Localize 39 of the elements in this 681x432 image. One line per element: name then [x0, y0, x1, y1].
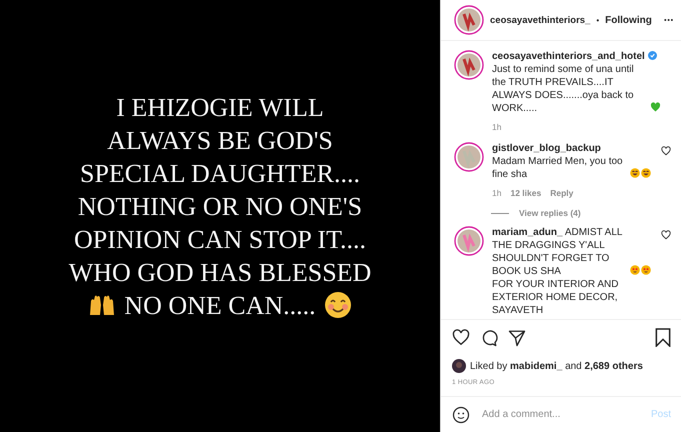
- post-text-line: NO ONE CAN.....: [124, 290, 316, 322]
- more-options-icon[interactable]: [664, 18, 673, 22]
- following-label[interactable]: Following: [605, 14, 652, 26]
- share-icon[interactable]: [508, 328, 526, 346]
- post-text-line: I EHIZOGIE WILL: [116, 92, 324, 124]
- user-avatar[interactable]: [454, 142, 484, 172]
- username[interactable]: ceosayavethinteriors_: [490, 14, 590, 26]
- star-eyes-emoji-icon: [630, 265, 640, 275]
- caption-text: Just to remind some of una until the TRUTH PREVAILS....IT ALWAYS DOES.......oya back to WORK.....: [492, 63, 635, 115]
- comment-text: FOR YOUR INTERIOR AND EXTERIOR HOME DECOR, SAYAVETH: [492, 279, 618, 316]
- like-count: 12 likes: [510, 187, 542, 200]
- avatar-icon[interactable]: [454, 5, 484, 35]
- comment-time: 1h: [492, 187, 502, 200]
- separator: •: [596, 16, 600, 24]
- username[interactable]: ceosayavethinteriors_and_hotel: [492, 51, 645, 62]
- like-heart-icon[interactable]: [661, 146, 671, 156]
- raised-hands-icon: [88, 293, 116, 317]
- post-text-line: OPINION CAN STOP IT....: [74, 224, 366, 256]
- post-text-line: SPECIAL DAUGHTER....: [80, 158, 360, 190]
- post-text-line: WHO GOD HAS BLESSED: [68, 256, 372, 288]
- comment-icon[interactable]: [480, 328, 498, 346]
- comment-text: gistlover_blog_backup Madam Married Men, you too fine sha: [492, 142, 624, 181]
- star-eyes-emoji-icon: [641, 265, 651, 275]
- comment-time: 1h: [492, 121, 502, 134]
- user-avatar[interactable]: [454, 226, 484, 256]
- laughing-emoji-icon: [630, 168, 640, 178]
- likes-summary[interactable]: Liked by mabidemi_ and 2,689 others: [470, 360, 643, 372]
- smiling-face-icon: [324, 291, 352, 319]
- user-avatar: [452, 359, 466, 373]
- bookmark-icon[interactable]: [655, 328, 671, 347]
- comment-text: mariam_adun_ ADMIST ALL THE DRAGGINGS Y'ALL SHOULDN'T FORGET TO BOOK US SHA: [492, 226, 624, 278]
- laughing-emoji-icon: [641, 168, 651, 178]
- avatar-icon[interactable]: [454, 50, 484, 80]
- heart-emoji-icon: [650, 102, 661, 112]
- post-text-line: NOTHING OR NO ONE'S: [78, 190, 362, 222]
- heart-icon[interactable]: [452, 329, 470, 346]
- post-text-line: ALWAYS BE GOD'S: [107, 124, 333, 156]
- emoji-icon[interactable]: [452, 406, 470, 424]
- like-heart-icon[interactable]: [661, 230, 671, 240]
